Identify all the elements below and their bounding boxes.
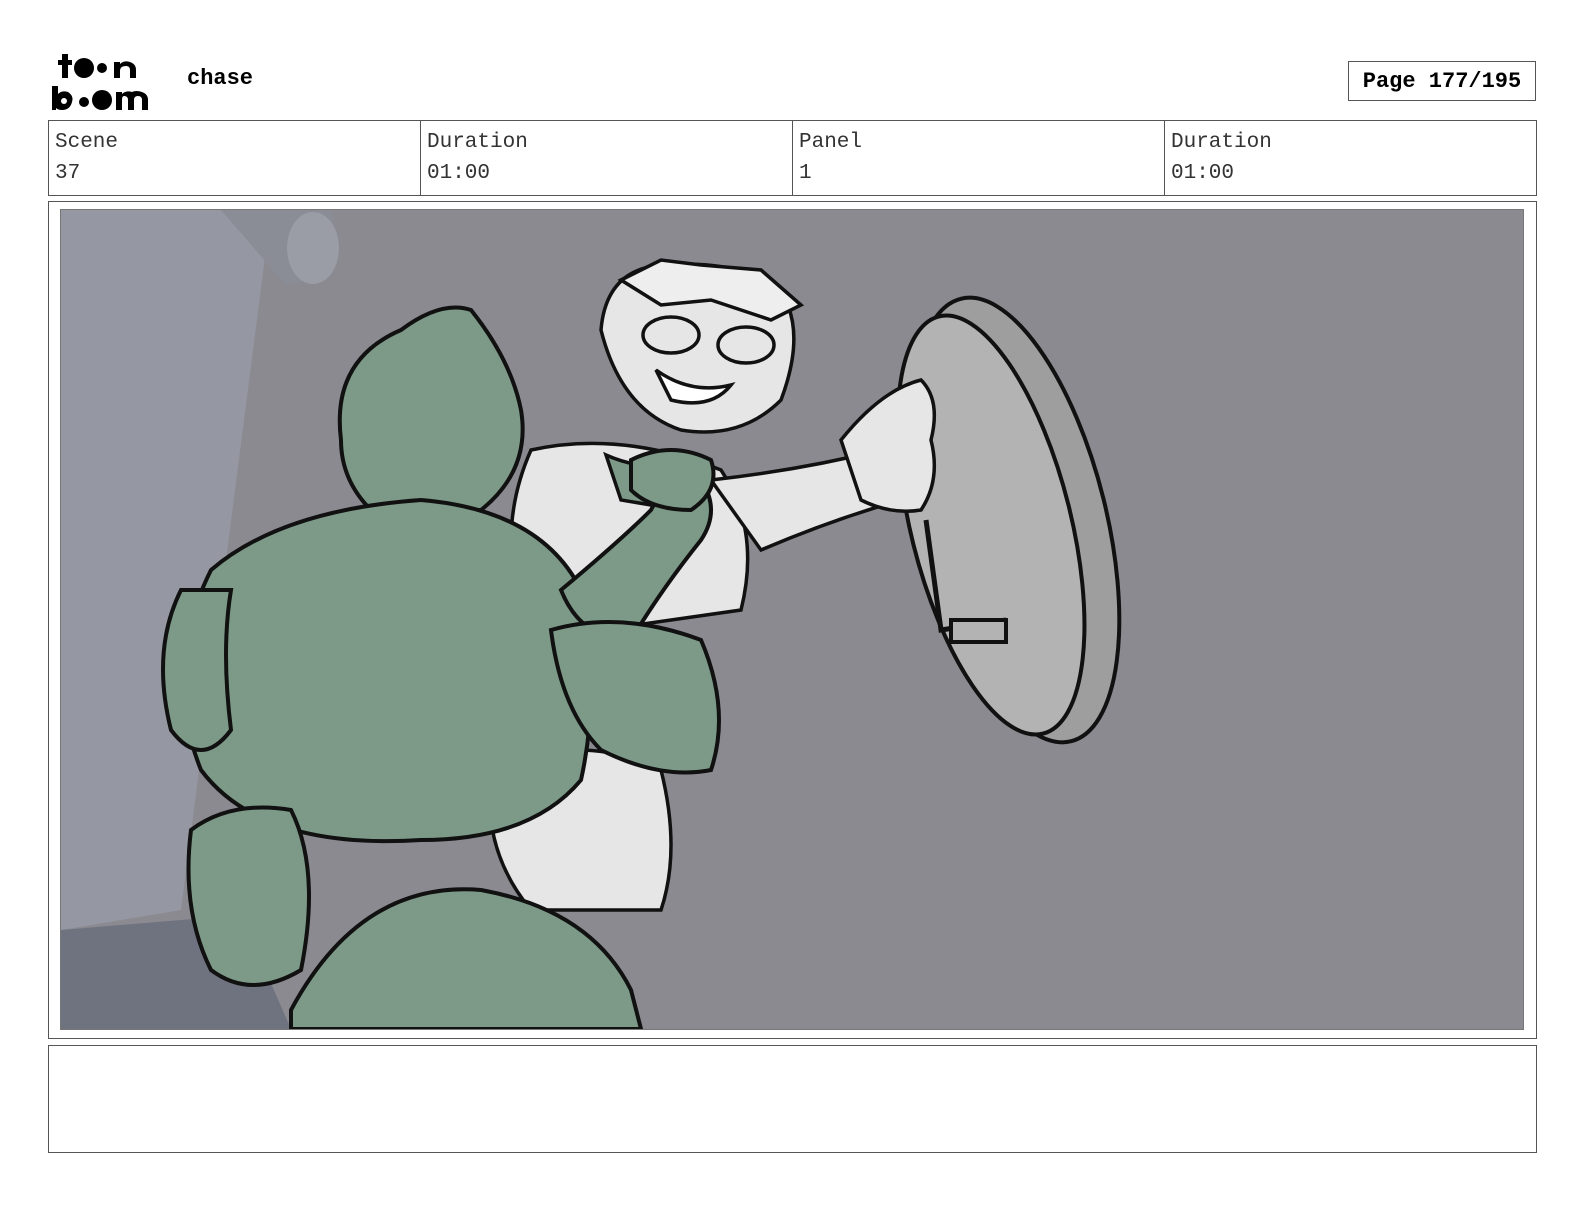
scene-duration-label: Duration: [427, 131, 528, 154]
panel-duration-cell: Duration 01:00: [1165, 121, 1536, 195]
panel-frame: [48, 201, 1537, 1039]
scene-value: 37: [55, 162, 81, 185]
panel-notes: [48, 1045, 1537, 1153]
panel-duration-value: 01:00: [1171, 162, 1235, 185]
panel-duration-label: Duration: [1171, 131, 1272, 154]
page-number: Page 177/195: [1348, 61, 1536, 101]
panel-value: 1: [799, 162, 812, 185]
scene-label: Scene: [55, 131, 119, 154]
project-title: chase: [187, 66, 254, 91]
toon-boom-logo: [52, 54, 148, 110]
panel-label: Panel: [799, 131, 863, 154]
storyboard-drawing: [61, 210, 1523, 1029]
panel-cell: Panel 1: [793, 121, 1165, 195]
scene-duration-value: 01:00: [427, 162, 491, 185]
scene-info-table: Scene 37 Duration 01:00 Panel 1 Duration…: [48, 120, 1537, 196]
scene-duration-cell: Duration 01:00: [421, 121, 793, 195]
panel-illustration: [60, 209, 1524, 1030]
scene-cell: Scene 37: [49, 121, 421, 195]
